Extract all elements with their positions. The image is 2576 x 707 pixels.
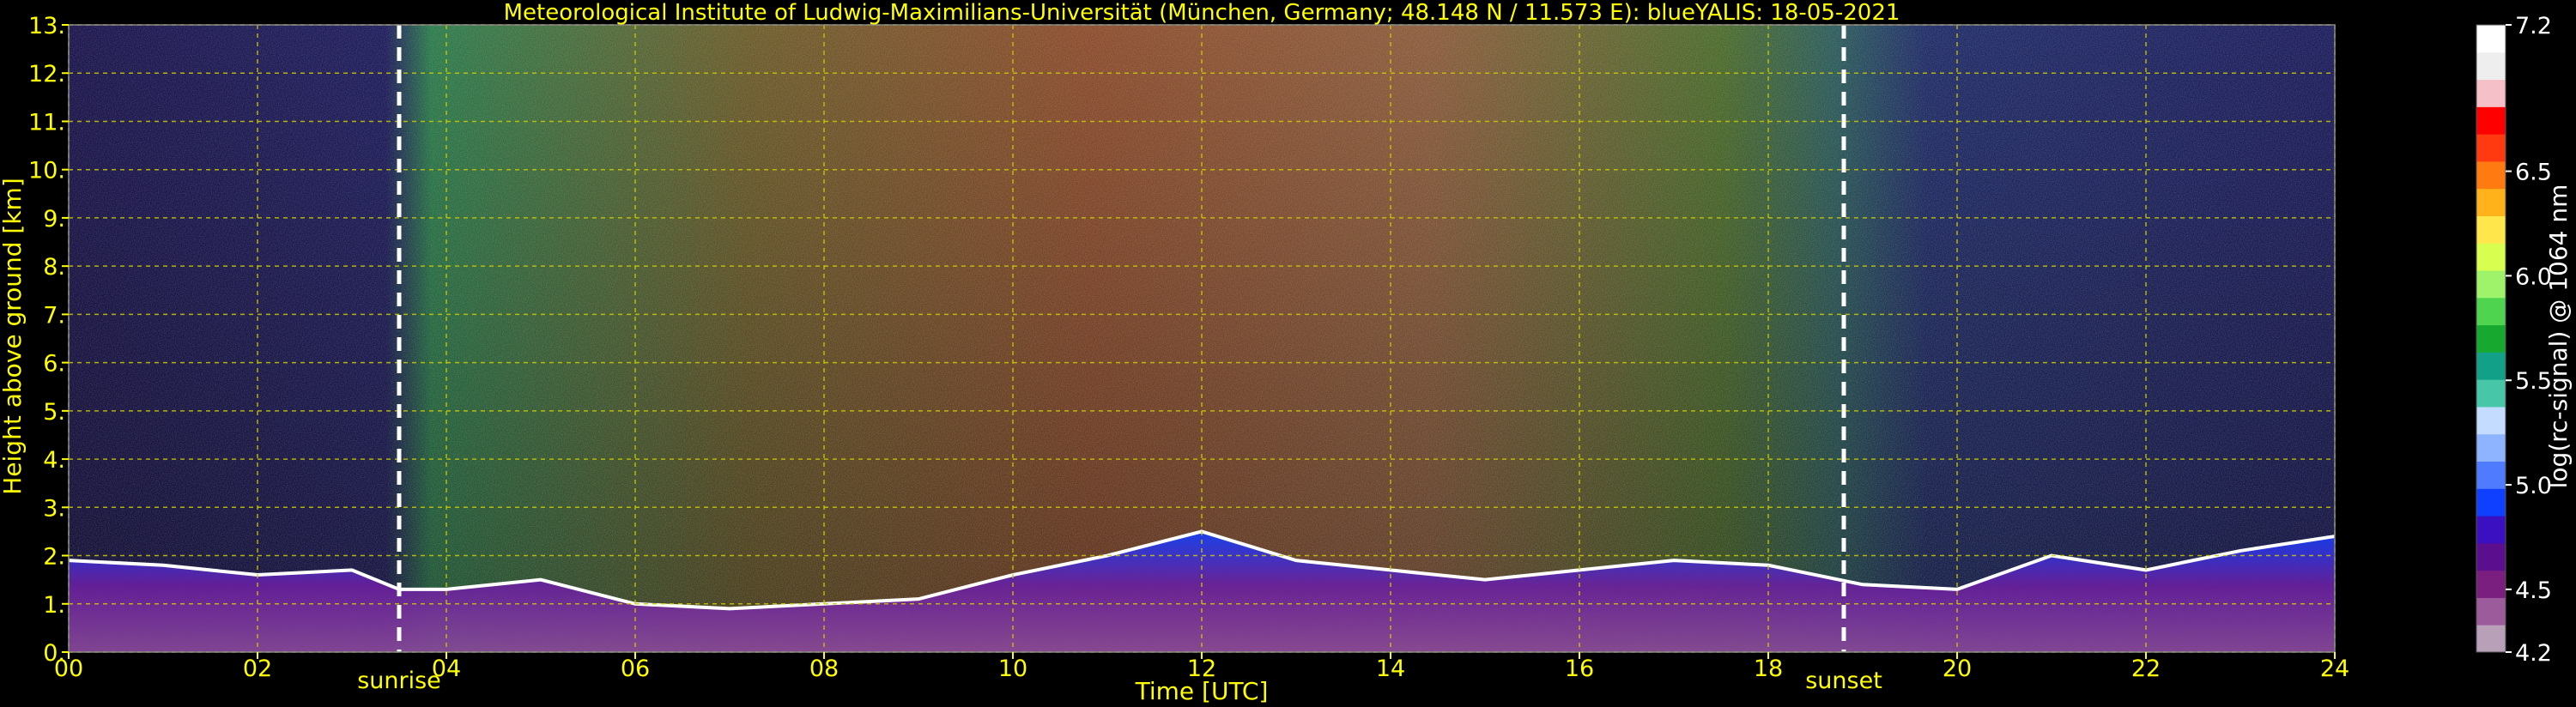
y-tick-label: 9. bbox=[43, 206, 65, 233]
y-tick-label: 10. bbox=[28, 158, 65, 184]
colorbar-tick-label: 4.5 bbox=[2515, 577, 2552, 604]
colorbar-segment bbox=[2476, 270, 2506, 299]
colorbar-segment bbox=[2476, 51, 2506, 81]
colorbar-segment bbox=[2476, 352, 2506, 380]
colorbar-label: log(rc-signal) @ 1064 nm bbox=[2544, 184, 2573, 489]
y-tick-label: 11. bbox=[28, 109, 65, 136]
colorbar-segment bbox=[2476, 324, 2506, 353]
lidar-quicklook-chart: sunrise sunset 00 02 04 06 08 10 12 14 16 18 20 22 24… bbox=[0, 0, 2576, 707]
colorbar-segment bbox=[2476, 25, 2506, 53]
x-tick-label: 10 bbox=[998, 656, 1027, 682]
y-tick-label: 6. bbox=[43, 351, 65, 378]
colorbar-segment bbox=[2476, 215, 2506, 244]
x-tick-label: 16 bbox=[1565, 656, 1594, 682]
x-tick-label: 08 bbox=[809, 656, 839, 682]
y-tick-label: 3. bbox=[43, 495, 65, 522]
colorbar-segment bbox=[2476, 188, 2506, 216]
colorbar-segment bbox=[2476, 516, 2506, 544]
x-tick-label: 24 bbox=[2320, 656, 2349, 682]
colorbar-segment bbox=[2476, 134, 2506, 162]
y-tick-label: 5. bbox=[43, 399, 65, 426]
colorbar-segment bbox=[2476, 488, 2506, 517]
y-tick-label: 2. bbox=[43, 544, 65, 571]
x-tick-label: 22 bbox=[2131, 656, 2161, 682]
colorbar-segment bbox=[2476, 79, 2506, 107]
y-tick-label: 4. bbox=[43, 447, 65, 474]
y-tick-label: 0. bbox=[43, 640, 65, 667]
y-tick-label: 13. bbox=[28, 13, 65, 39]
y-tick-label: 12. bbox=[28, 61, 65, 88]
colorbar-segment bbox=[2476, 406, 2506, 435]
x-tick-label: 18 bbox=[1754, 656, 1783, 682]
colorbar-tick-label: 4.2 bbox=[2515, 640, 2552, 667]
x-tick-label: 06 bbox=[621, 656, 650, 682]
y-tick-label: 8. bbox=[43, 254, 65, 281]
chart-title: Meteorological Institute of Ludwig-Maxim… bbox=[504, 0, 1900, 26]
x-tick-label: 04 bbox=[432, 656, 461, 682]
colorbar-tick-label: 6.5 bbox=[2515, 160, 2552, 186]
sunset-label: sunset bbox=[1805, 668, 1882, 694]
colorbar-segment bbox=[2476, 160, 2506, 190]
x-tick-label: 14 bbox=[1376, 656, 1405, 682]
colorbar-segment bbox=[2476, 461, 2506, 489]
colorbar-segment bbox=[2476, 433, 2506, 462]
colorbar-segment bbox=[2476, 597, 2506, 625]
colorbar-segment bbox=[2476, 542, 2506, 571]
x-axis-label: Time [UTC] bbox=[1135, 677, 1269, 705]
x-tick-label: 20 bbox=[1943, 656, 1972, 682]
colorbar-tick-label: 7.2 bbox=[2515, 13, 2552, 39]
colorbar-segment bbox=[2476, 243, 2506, 271]
sunrise-label: sunrise bbox=[357, 668, 441, 694]
colorbar-segment bbox=[2476, 570, 2506, 598]
y-tick-label: 1. bbox=[43, 592, 65, 619]
x-tick-label: 02 bbox=[243, 656, 272, 682]
colorbar-segment bbox=[2476, 379, 2506, 408]
colorbar-segment bbox=[2476, 625, 2506, 653]
y-tick-label: 7. bbox=[43, 302, 65, 329]
colorbar-segment bbox=[2476, 106, 2506, 135]
y-axis-label: Height above ground [km] bbox=[0, 178, 27, 495]
colorbar-segment bbox=[2476, 297, 2506, 326]
